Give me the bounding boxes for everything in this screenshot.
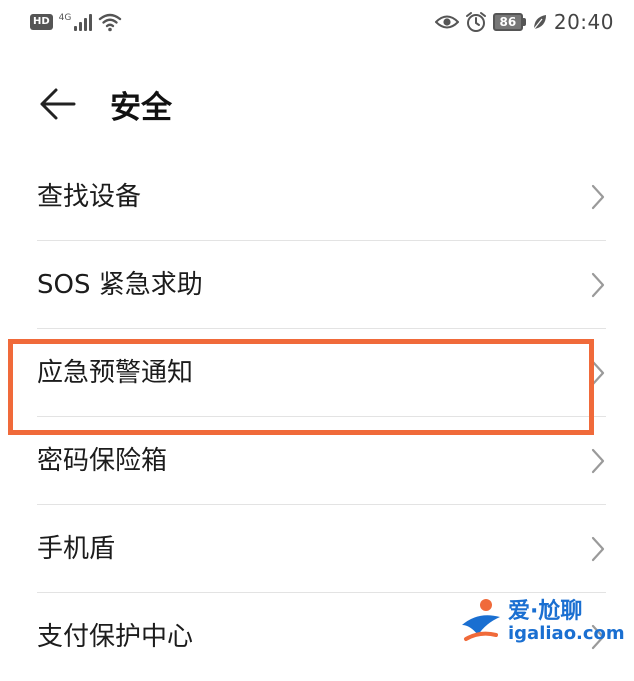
watermark-title: 爱·尬聊	[508, 599, 583, 624]
wifi-icon	[99, 13, 122, 32]
chevron-right-icon	[591, 536, 605, 562]
chevron-right-icon	[591, 184, 605, 210]
list-item-label: 手机盾	[37, 534, 116, 564]
status-bar: HD 4G 86 20:40	[0, 0, 634, 50]
signal-icon: 4G	[59, 13, 93, 31]
eye-icon	[434, 15, 459, 29]
battery-level: 86	[492, 13, 523, 31]
chevron-right-icon	[591, 272, 605, 298]
list-item-label: 查找设备	[37, 182, 142, 212]
page-title: 安全	[110, 90, 172, 126]
list-item-sos[interactable]: SOS 紧急求助	[0, 241, 634, 329]
list-item-emergency-alerts[interactable]: 应急预警通知	[0, 329, 634, 417]
alarm-icon	[465, 12, 486, 32]
list-item-label: 应急预警通知	[37, 358, 194, 388]
arrow-left-icon[interactable]	[38, 84, 78, 124]
watermark-url: igaliao.com	[508, 623, 625, 644]
status-bar-left: HD 4G	[30, 12, 122, 32]
chevron-right-icon	[591, 448, 605, 474]
list-item-label: 密码保险箱	[37, 446, 168, 476]
list-item-label: 支付保护中心	[37, 622, 194, 652]
chevron-right-icon	[591, 360, 605, 386]
list-item-password-vault[interactable]: 密码保险箱	[0, 417, 634, 505]
hd-icon: HD	[30, 14, 53, 30]
list-item-label: SOS 紧急求助	[37, 270, 203, 300]
watermark: 爱·尬聊 igaliao.com	[456, 593, 626, 649]
watermark-logo-icon	[462, 599, 500, 641]
battery-icon: 86	[492, 13, 526, 31]
status-bar-right: 86 20:40	[434, 10, 614, 34]
clock: 20:40	[553, 10, 614, 34]
page-header: 安全	[0, 70, 634, 140]
list-item-find-device[interactable]: 查找设备	[0, 153, 634, 241]
network-type-label: 4G	[58, 13, 72, 23]
leaf-icon	[533, 15, 546, 30]
list-item-phone-shield[interactable]: 手机盾	[0, 505, 634, 593]
